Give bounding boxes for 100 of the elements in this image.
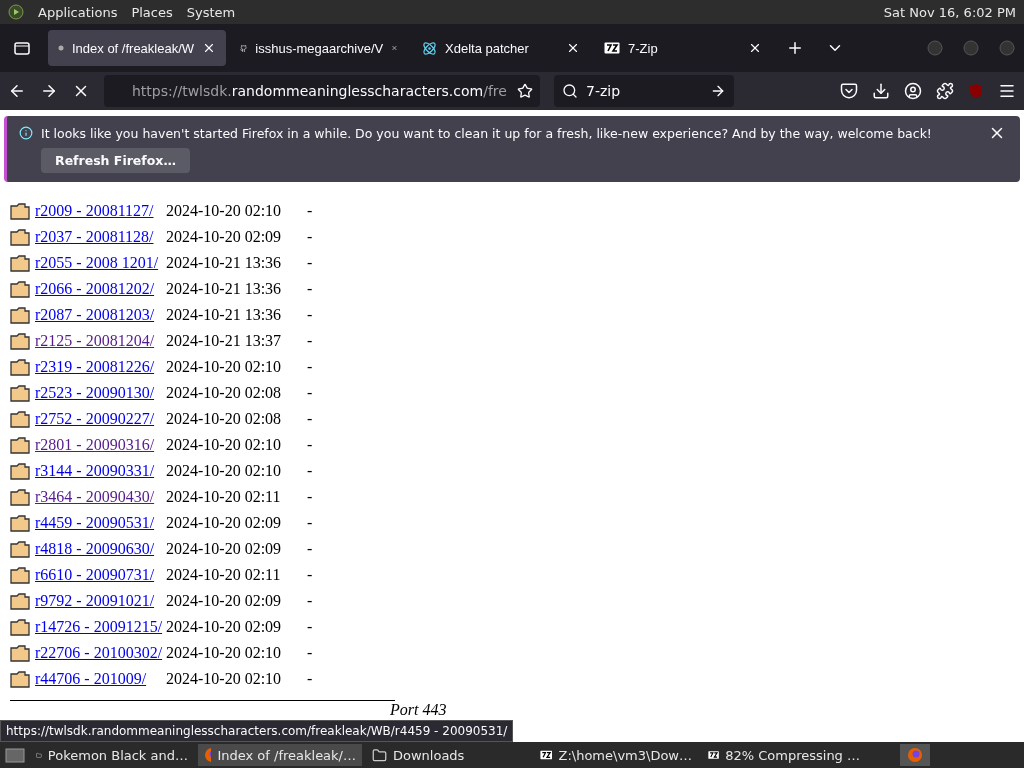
status-url: https://twlsdk.randommeaninglesscharacters.com/freakleak/WB/r4459 - 20090531/	[0, 720, 514, 742]
folder-link[interactable]: r44706 - 201009/	[35, 670, 166, 688]
close-icon[interactable]	[566, 41, 580, 55]
size-text: -	[307, 644, 313, 662]
folder-link[interactable]: r4818 - 20090630/	[35, 540, 166, 558]
modified-date: 2024-10-20 02:09	[166, 228, 283, 246]
taskbar-item[interactable]: 82% Compressing …	[702, 744, 866, 766]
folder-link[interactable]: r9792 - 20091021/	[35, 592, 166, 610]
url-field[interactable]: https://twlsdk.randommeaninglesscharacters.com/fre	[104, 75, 540, 107]
size-text: -	[307, 202, 313, 220]
folder-link[interactable]: r2009 - 20081127/	[35, 202, 166, 220]
show-desktop-icon[interactable]	[4, 746, 26, 764]
folder-icon	[10, 306, 31, 324]
folder-link[interactable]: r2523 - 20090130/	[35, 384, 166, 402]
folder-link[interactable]: r2125 - 20081204/	[35, 332, 166, 350]
modified-date: 2024-10-20 02:10	[166, 462, 283, 480]
folder-link[interactable]: r22706 - 20100302/	[35, 644, 166, 662]
size-text: -	[307, 618, 313, 636]
app-menu-icon[interactable]	[8, 4, 24, 20]
panel-menu[interactable]: Applications	[38, 4, 118, 20]
server-footer: Port 443	[390, 702, 1024, 718]
panel-menu[interactable]: System	[186, 4, 236, 20]
modified-date: 2024-10-20 02:09	[166, 540, 283, 558]
folder-icon	[10, 228, 31, 246]
notification-message: It looks like you haven't started Firefox in a while. Do you want to clean it up for a fresh, like-new experience? And by the way, welcome back!	[41, 125, 932, 141]
size-text: -	[307, 332, 313, 350]
modified-date: 2024-10-20 02:09	[166, 514, 283, 532]
modified-date: 2024-10-20 02:09	[166, 618, 283, 636]
folder-icon	[10, 566, 31, 584]
pocket-icon[interactable]	[840, 82, 858, 100]
modified-date: 2024-10-21 13:37	[166, 332, 283, 350]
modified-date: 2024-10-21 13:36	[166, 280, 283, 298]
info-icon	[19, 126, 33, 140]
close-icon[interactable]	[202, 41, 216, 55]
folder-icon	[10, 488, 31, 506]
size-text: -	[307, 306, 313, 324]
folder-link[interactable]: r2087 - 20081203/	[35, 306, 166, 324]
taskbar-item[interactable]: Z:\home\vm3\Dow…	[534, 744, 698, 766]
folder-link[interactable]: r2801 - 20090316/	[35, 436, 166, 454]
bookmark-star-icon[interactable]	[516, 83, 533, 99]
folder-link[interactable]: r4459 - 20090531/	[35, 514, 166, 532]
modified-date: 2024-10-21 13:36	[166, 254, 283, 272]
folder-link[interactable]: r3464 - 20090430/	[35, 488, 166, 506]
folder-link[interactable]: r2752 - 20090227/	[35, 410, 166, 428]
browser-tab[interactable]: 7-Zip	[594, 30, 772, 66]
close-icon[interactable]	[748, 41, 762, 55]
folder-link[interactable]: r2037 - 20081128/	[35, 228, 166, 246]
taskbar-item[interactable]: Downloads	[366, 744, 530, 766]
browser-tab[interactable]: Index of /freakleak/W	[48, 30, 226, 66]
new-tab-icon[interactable]	[786, 39, 804, 57]
size-text: -	[307, 488, 313, 506]
browser-tab[interactable]: Xdelta patcher	[412, 30, 590, 66]
folder-icon	[10, 202, 31, 220]
folder-icon	[10, 514, 31, 532]
download-icon[interactable]	[872, 82, 890, 100]
folder-link[interactable]: r3144 - 20090331/	[35, 462, 166, 480]
archive-app-icon	[604, 42, 620, 54]
search-icon	[562, 83, 578, 99]
size-text: -	[307, 566, 313, 584]
archive-app-icon	[708, 749, 720, 761]
clock[interactable]: Sat Nov 16, 6:02 PM	[883, 4, 1016, 20]
search-field[interactable]: 7-zip	[554, 75, 734, 107]
forward-icon[interactable]	[40, 82, 58, 100]
size-text: -	[307, 254, 313, 272]
folder-icon	[10, 436, 31, 454]
modified-date: 2024-10-20 02:10	[166, 436, 283, 454]
modified-date: 2024-10-20 02:10	[166, 202, 283, 220]
folder-icon	[10, 592, 31, 610]
modified-date: 2024-10-21 13:36	[166, 306, 283, 324]
folder-icon	[10, 644, 31, 662]
browser-tab[interactable]: isshus-megaarchive/V	[230, 30, 408, 66]
size-text: -	[307, 410, 313, 428]
folder-icon	[10, 670, 31, 688]
archive-app-icon	[540, 749, 553, 761]
account-icon[interactable]	[904, 82, 922, 100]
folder-link[interactable]: r2055 - 2008 1201/	[35, 254, 166, 272]
modified-date: 2024-10-20 02:11	[166, 566, 282, 584]
folder-icon	[10, 384, 31, 402]
back-icon[interactable]	[8, 82, 26, 100]
extensions-icon[interactable]	[936, 82, 954, 100]
folder-icon	[10, 280, 31, 298]
size-text: -	[307, 540, 313, 558]
taskbar-item[interactable]: Index of /freakleak/…	[198, 744, 362, 766]
size-text: -	[307, 670, 313, 688]
taskbar-item[interactable]: Pokemon Black and…	[30, 744, 194, 766]
folder-link[interactable]: r2066 - 20081202/	[35, 280, 166, 298]
folder-icon	[10, 410, 31, 428]
folder-icon	[10, 618, 31, 636]
folder-icon	[10, 540, 31, 558]
modified-date: 2024-10-20 02:08	[166, 384, 283, 402]
modified-date: 2024-10-20 02:11	[166, 488, 282, 506]
folder-icon	[10, 332, 31, 350]
folder-link[interactable]: r14726 - 20091215/	[35, 618, 166, 636]
dot-icon	[58, 45, 64, 51]
folder-icon	[10, 254, 31, 272]
refresh-button[interactable]: Refresh Firefox…	[41, 148, 190, 173]
folder-link[interactable]: r6610 - 20090731/	[35, 566, 166, 584]
folder-link[interactable]: r2319 - 20081226/	[35, 358, 166, 376]
panel-menu[interactable]: Places	[131, 4, 173, 20]
menu-icon[interactable]	[998, 82, 1016, 100]
